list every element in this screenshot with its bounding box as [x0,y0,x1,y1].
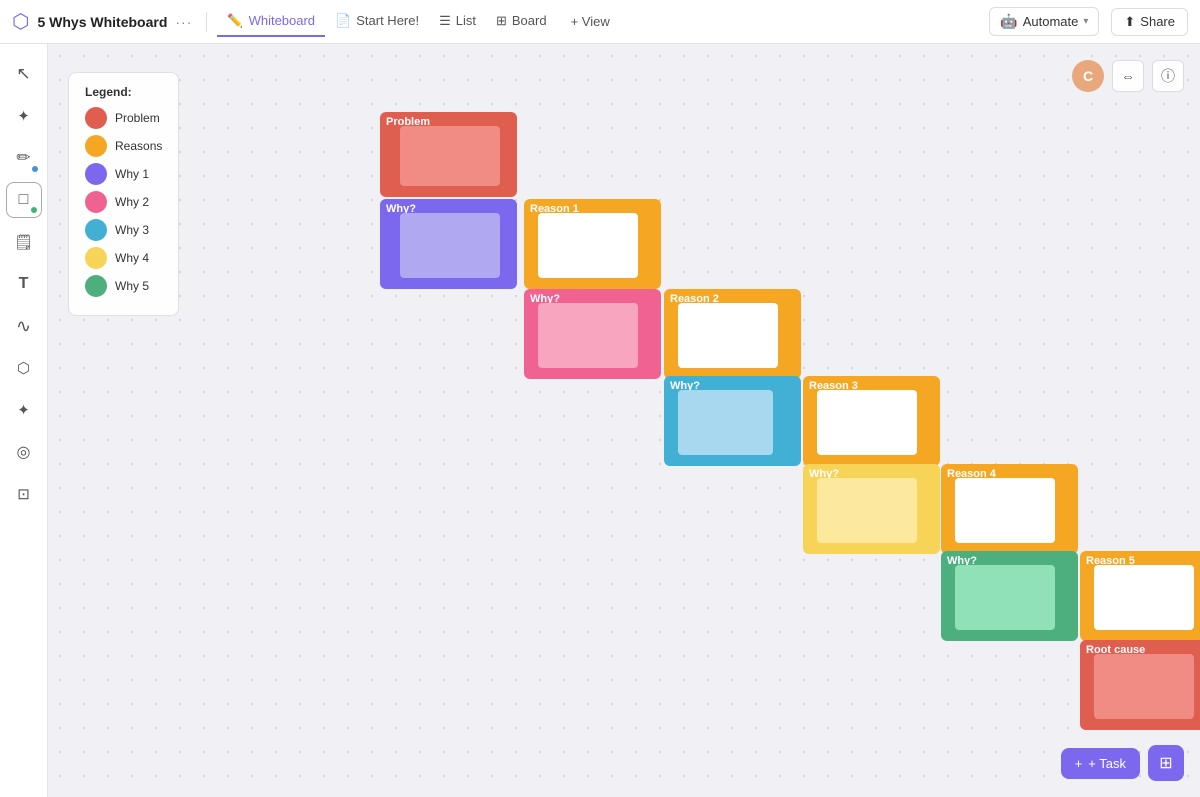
add-view-btn[interactable]: + View [561,8,620,35]
note-tool[interactable]: 🗒 [6,224,42,260]
legend-item: Why 1 [85,163,162,185]
block-inner-why4 [817,478,917,543]
canvas-controls: C ⇔ ⓘ [1072,60,1184,92]
legend-title: Legend: [85,85,162,99]
main: ↖ ✦ ✏ □ 🗒 T ∿ ⬡ ✦ ◎ ⊡ Legend: Problem Re… [0,44,1200,797]
block-why1[interactable]: Why? [380,199,517,289]
share-button[interactable]: ⬆ Share [1111,8,1188,36]
legend-item-label: Why 4 [115,251,149,265]
stars-tool[interactable]: ✦ [6,392,42,428]
plus-icon: + [1075,756,1083,771]
legend-item-label: Why 2 [115,195,149,209]
block-inner-reason1 [538,213,638,278]
block-reason2[interactable]: Reason 2 [664,289,801,379]
block-inner-reason3 [817,390,917,455]
legend-item-label: Reasons [115,139,162,153]
legend-item: Why 3 [85,219,162,241]
brush-tool[interactable]: ∿ [6,308,42,344]
globe-tool[interactable]: ◎ [6,434,42,470]
network-tool[interactable]: ⬡ [6,350,42,386]
legend-color-swatch [85,135,107,157]
legend-item: Why 5 [85,275,162,297]
block-reason1[interactable]: Reason 1 [524,199,661,289]
left-toolbar: ↖ ✦ ✏ □ 🗒 T ∿ ⬡ ✦ ◎ ⊡ [0,44,48,797]
block-inner-why1 [400,213,500,278]
block-reason4[interactable]: Reason 4 [941,464,1078,554]
legend-color-swatch [85,107,107,129]
legend-item-label: Problem [115,111,160,125]
task-label: + Task [1088,756,1126,771]
grid-view-button[interactable]: ⊞ [1148,745,1184,781]
block-inner-rootcause [1094,654,1194,719]
bottom-right-controls: + + Task ⊞ [1061,745,1184,781]
shapes-tool[interactable]: □ [6,182,42,218]
block-reason3[interactable]: Reason 3 [803,376,940,466]
user-avatar[interactable]: C [1072,60,1104,92]
legend-panel: Legend: Problem Reasons Why 1 Why 2 Why … [68,72,179,316]
block-inner-why3 [678,390,773,455]
block-inner-problem [400,126,500,186]
legend-color-swatch [85,163,107,185]
block-inner-reason5 [1094,565,1194,630]
chevron-down-icon: ▾ [1083,16,1088,27]
whiteboard-canvas[interactable]: Legend: Problem Reasons Why 1 Why 2 Why … [48,44,1200,797]
block-reason5[interactable]: Reason 5 [1080,551,1200,641]
block-why2[interactable]: Why? [524,289,661,379]
legend-item: Why 4 [85,247,162,269]
legend-item: Reasons [85,135,162,157]
legend-color-swatch [85,275,107,297]
legend-item-label: Why 3 [115,223,149,237]
share-icon: ⬆ [1124,14,1135,30]
tab-start-here[interactable]: 📄Start Here! [325,7,429,37]
pen-tool[interactable]: ✏ [6,140,42,176]
block-rootcause[interactable]: Root cause [1080,640,1200,730]
legend-item: Problem [85,107,162,129]
fit-view-button[interactable]: ⇔ [1112,60,1144,92]
ellipsis-menu[interactable]: ··· [175,14,192,30]
legend-item-label: Why 5 [115,279,149,293]
block-why5[interactable]: Why? [941,551,1078,641]
tab-list[interactable]: ☰List [429,7,486,37]
magic-tool[interactable]: ✦ [6,98,42,134]
automate-icon: 🤖 [1000,13,1017,30]
legend-item-label: Why 1 [115,167,149,181]
automate-button[interactable]: 🤖 Automate ▾ [989,7,1099,36]
legend-color-swatch [85,219,107,241]
block-why4[interactable]: Why? [803,464,940,554]
block-inner-reason4 [955,478,1055,543]
tab-whiteboard[interactable]: ✏️Whiteboard [217,7,325,37]
tab-board[interactable]: ⊞Board [486,7,557,37]
nav-tabs: ✏️Whiteboard📄Start Here!☰List⊞Board [217,7,556,37]
add-task-button[interactable]: + + Task [1061,748,1140,779]
header: ⬡ 5 Whys Whiteboard ··· ✏️Whiteboard📄Sta… [0,0,1200,44]
block-inner-why2 [538,303,638,368]
block-why3[interactable]: Why? [664,376,801,466]
select-tool[interactable]: ↖ [6,56,42,92]
block-inner-reason2 [678,303,778,368]
info-button[interactable]: ⓘ [1152,60,1184,92]
text-tool[interactable]: T [6,266,42,302]
block-problem[interactable]: Problem [380,112,517,197]
legend-color-swatch [85,191,107,213]
block-inner-why5 [955,565,1055,630]
legend-color-swatch [85,247,107,269]
legend-item: Why 2 [85,191,162,213]
app-icon: ⬡ [12,9,29,34]
integrations-tool[interactable]: ⊡ [6,476,42,512]
page-title: 5 Whys Whiteboard [37,14,167,30]
